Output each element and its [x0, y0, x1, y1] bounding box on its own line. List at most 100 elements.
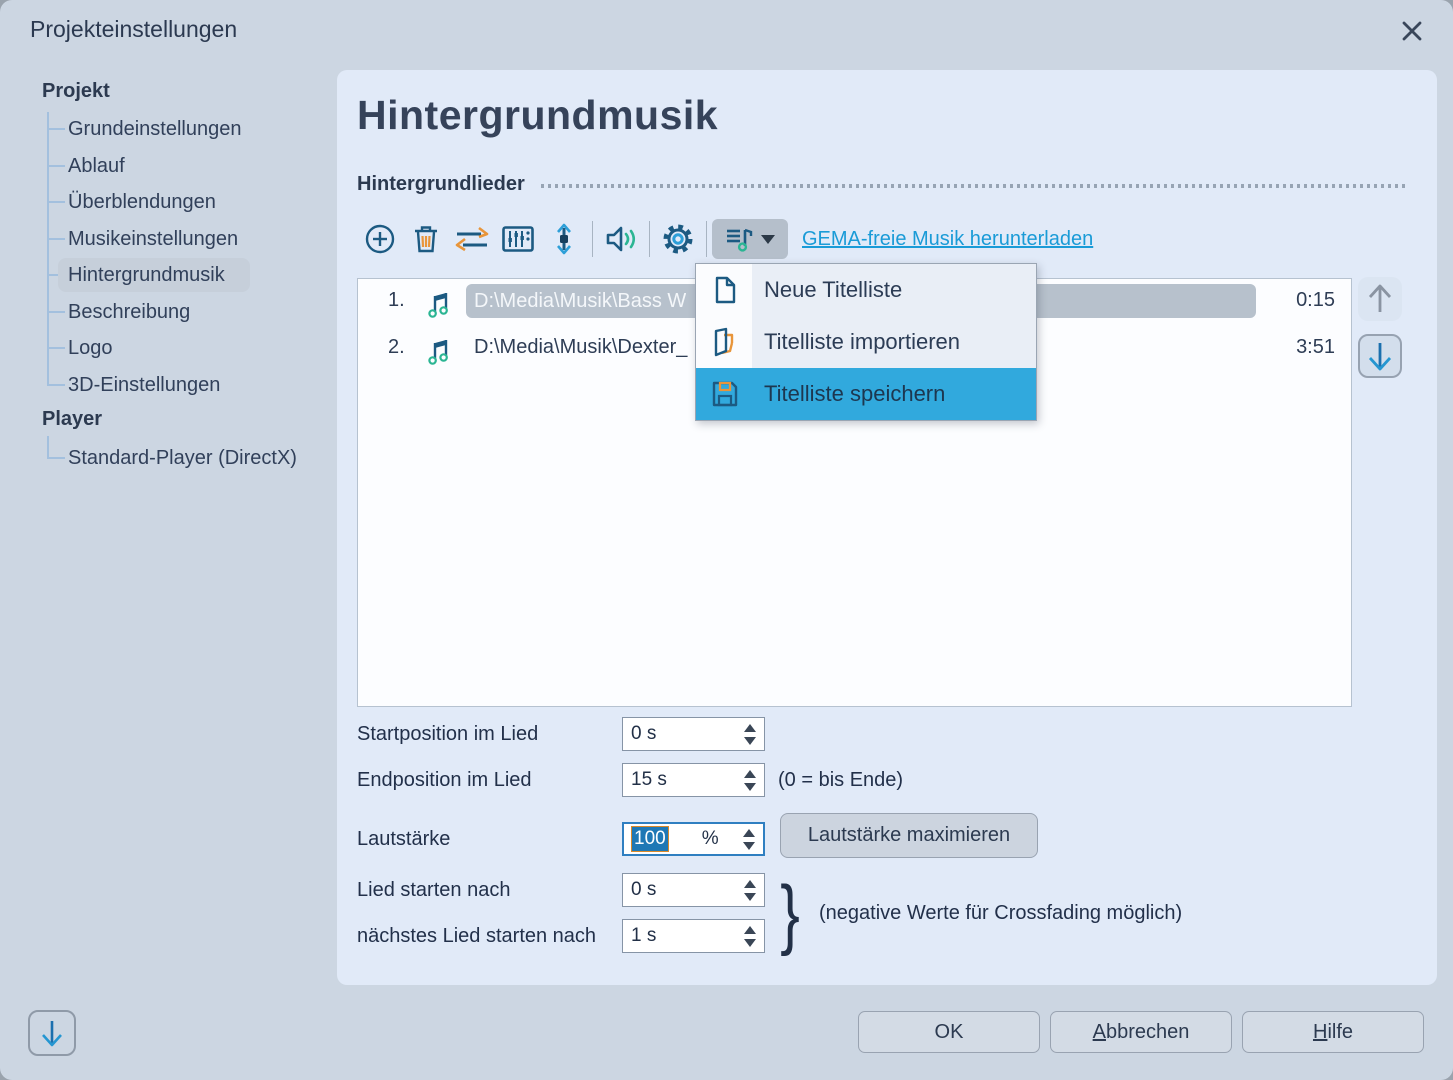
sidebar-item-beschreibung[interactable]: Beschreibung [68, 300, 190, 324]
section-divider [541, 184, 1407, 188]
window-title: Projekteinstellungen [30, 16, 237, 43]
cancel-button[interactable]: Abbrechen [1050, 1011, 1232, 1053]
arrow-down-icon [38, 1018, 66, 1048]
spin-down[interactable] [744, 737, 756, 745]
spin-down[interactable] [744, 893, 756, 901]
endposition-value: 15 s [631, 769, 667, 791]
crossfade-brace: } [780, 868, 800, 958]
scroll-down-button[interactable] [28, 1010, 76, 1056]
song-start-value: 0 s [631, 879, 656, 901]
music-note-icon [426, 290, 452, 325]
add-track-button[interactable] [357, 219, 403, 259]
menu-item-label: Titelliste importieren [764, 329, 960, 355]
volume-field[interactable]: 100 % [622, 822, 765, 856]
spin-down[interactable] [743, 842, 755, 850]
endposition-field[interactable]: 15 s [622, 763, 765, 797]
menu-item-label: Titelliste speichern [764, 381, 945, 407]
sidebar-group-player: Player [42, 408, 102, 431]
sidebar-item-hintergrundmusik[interactable]: Hintergrundmusik [68, 263, 225, 287]
arrow-up-icon [1365, 283, 1395, 315]
mixer-button[interactable] [495, 219, 541, 259]
vertical-arrows-icon [554, 223, 574, 255]
tree-line [47, 112, 49, 384]
tree-line [47, 384, 65, 386]
volume-value: 100 [632, 827, 668, 851]
menu-item-new-titlelist[interactable]: Neue Titelliste [696, 264, 1036, 316]
track-duration: 3:51 [1296, 336, 1335, 359]
settings-button[interactable] [655, 219, 701, 259]
sidebar-item-grundeinstellungen[interactable]: Grundeinstellungen [68, 117, 241, 141]
startposition-label: Startposition im Lied [357, 717, 538, 751]
swap-arrows-icon [453, 225, 491, 253]
page-title: Hintergrundmusik [357, 92, 718, 139]
track-path: D:\Media\Musik\Bass W [474, 290, 686, 313]
spin-up[interactable] [744, 724, 756, 732]
menu-item-save-titlelist[interactable]: Titelliste speichern [696, 368, 1036, 420]
startposition-field[interactable]: 0 s [622, 717, 765, 751]
playlist-icon [725, 225, 753, 253]
menu-item-import-titlelist[interactable]: Titelliste importieren [696, 316, 1036, 368]
spin-up[interactable] [744, 880, 756, 888]
spin-up[interactable] [744, 770, 756, 778]
gema-music-link[interactable]: GEMA-freie Musik herunterladen [802, 228, 1093, 251]
arrow-down-icon [1365, 340, 1395, 372]
sidebar-item-musikeinstellungen[interactable]: Musikeinstellungen [68, 227, 238, 251]
close-button[interactable] [1399, 18, 1425, 44]
move-track-down-button[interactable] [1358, 334, 1402, 378]
next-song-start-field[interactable]: 1 s [622, 919, 765, 953]
tree-line [47, 165, 65, 167]
delete-track-button[interactable] [403, 219, 449, 259]
next-song-start-value: 1 s [631, 925, 656, 947]
sidebar: Projekt Grundeinstellungen Ablauf Überbl… [0, 70, 337, 1000]
help-button[interactable]: Hilfe [1242, 1011, 1424, 1053]
add-icon [364, 223, 396, 255]
move-track-up-button[interactable] [1358, 277, 1402, 321]
track-path: D:\Media\Musik\Dexter_ [474, 336, 687, 359]
spin-down[interactable] [744, 939, 756, 947]
tree-line [47, 238, 65, 240]
volume-unit: % [702, 828, 719, 850]
help-button-label: H [1313, 1021, 1327, 1043]
gear-icon [662, 223, 694, 255]
menu-item-label: Neue Titelliste [764, 277, 902, 303]
tree-line [47, 347, 65, 349]
sidebar-item-standard-player[interactable]: Standard-Player (DirectX) [68, 446, 297, 470]
startposition-value: 0 s [631, 723, 656, 745]
music-note-icon [426, 337, 452, 372]
sidebar-item-ueberblendungen[interactable]: Überblendungen [68, 190, 216, 214]
next-song-start-label: nächstes Lied starten nach [357, 919, 596, 953]
sidebar-item-3d-einstellungen[interactable]: 3D-Einstellungen [68, 373, 220, 397]
spin-down[interactable] [744, 783, 756, 791]
sidebar-item-ablauf[interactable]: Ablauf [68, 154, 125, 178]
speaker-icon [605, 225, 637, 253]
endposition-note: (0 = bis Ende) [778, 763, 903, 797]
toolbar-separator [649, 221, 650, 257]
main-panel: Hintergrundmusik Hintergrundlieder [337, 70, 1437, 985]
volume-button[interactable] [598, 219, 644, 259]
maximize-volume-button[interactable]: Lautstärke maximieren [780, 813, 1038, 858]
swap-tracks-button[interactable] [449, 219, 495, 259]
help-button-label-rest: ilfe [1327, 1021, 1353, 1043]
ok-button-label: OK [935, 1021, 964, 1044]
sidebar-item-logo[interactable]: Logo [68, 336, 113, 360]
save-icon [710, 379, 740, 409]
volume-label: Lautstärke [357, 822, 450, 856]
track-number: 1. [388, 289, 405, 312]
spin-up[interactable] [744, 926, 756, 934]
track-duration: 0:15 [1296, 289, 1335, 312]
endposition-label: Endposition im Lied [357, 763, 532, 797]
titlelist-menu-button[interactable] [712, 219, 788, 259]
playlist-toolbar: GEMA-freie Musik herunterladen [357, 218, 1093, 260]
titlelist-dropdown-menu: Neue Titelliste Titelliste importieren [695, 263, 1037, 421]
reorder-vertical-button[interactable] [541, 219, 587, 259]
cancel-button-label: A [1093, 1021, 1106, 1043]
section-label: Hintergrundlieder [357, 173, 525, 196]
chevron-down-icon [761, 235, 775, 244]
mixer-icon [502, 226, 534, 252]
sidebar-group-projekt: Projekt [42, 80, 110, 103]
song-start-field[interactable]: 0 s [622, 873, 765, 907]
ok-button[interactable]: OK [858, 1011, 1040, 1053]
trash-icon [412, 224, 440, 254]
spin-up[interactable] [743, 829, 755, 837]
new-document-icon [710, 275, 740, 305]
